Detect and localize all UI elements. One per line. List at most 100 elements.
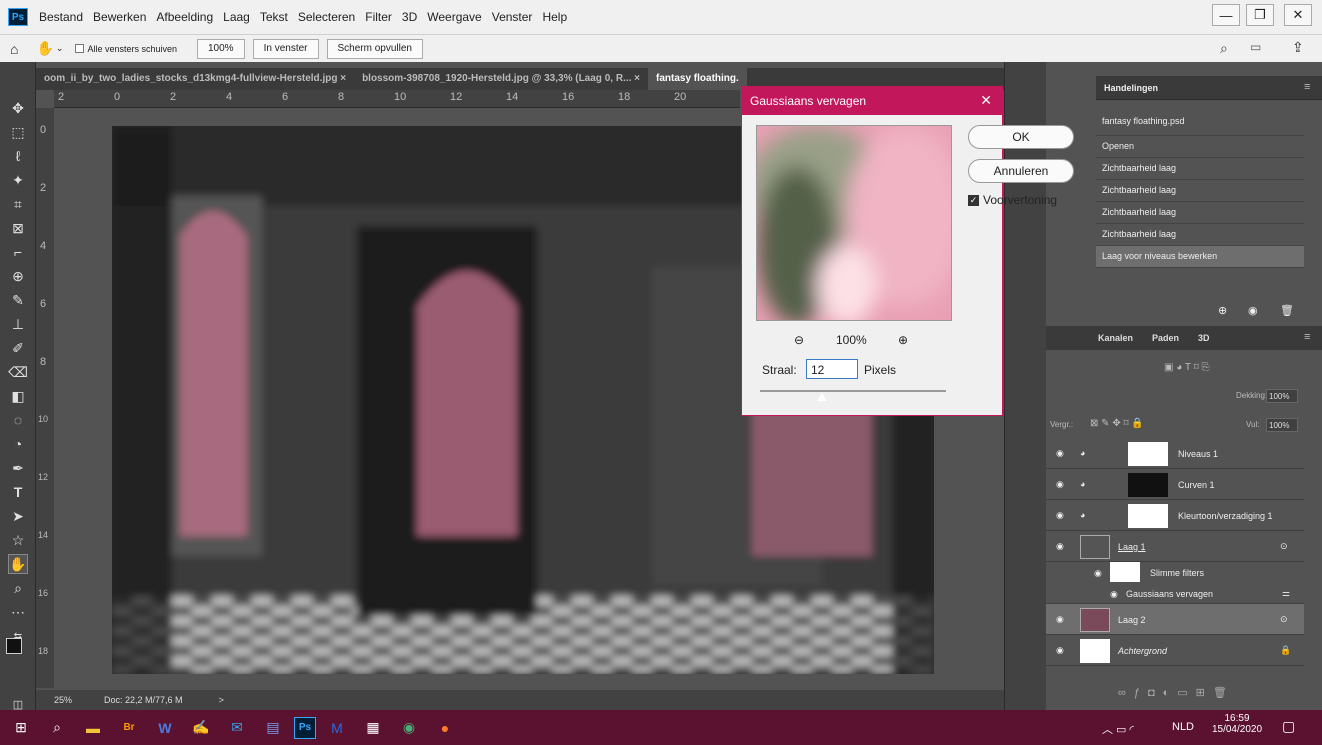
dialog-close-icon[interactable]: ✕: [980, 92, 992, 109]
lock-icons[interactable]: ⊠ ✎ ✥ ⌑ 🔒: [1090, 418, 1144, 429]
bridge-icon[interactable]: Br: [114, 713, 144, 743]
close-tab-icon[interactable]: ×: [634, 73, 640, 84]
restore-button[interactable]: ❐: [1246, 4, 1274, 26]
move-tool-icon[interactable]: ✥: [8, 98, 28, 118]
app-circle-icon[interactable]: ◉: [394, 713, 424, 743]
layer-row[interactable]: ◉ Achtergrond 🔒: [1046, 635, 1304, 666]
hand-tool-icon[interactable]: ✋: [8, 554, 28, 574]
layer-name[interactable]: Kleurtoon/verzadiging 1: [1178, 511, 1273, 521]
history-item[interactable]: Zichtbaarheid laag: [1096, 202, 1304, 224]
layer-action-icons[interactable]: ∞ƒ◘◐▭⊞🗑: [1118, 686, 1235, 699]
filter-name[interactable]: Gaussiaans vervagen: [1126, 589, 1213, 599]
layer-mask-thumbnail[interactable]: [1128, 442, 1168, 466]
magic-wand-tool-icon[interactable]: ✦: [8, 170, 28, 190]
eye-icon[interactable]: ◉: [1056, 479, 1064, 490]
opacity-input[interactable]: 100%: [1266, 389, 1298, 403]
outlook-icon[interactable]: ✉: [222, 713, 252, 743]
layer-row-selected[interactable]: ◉ Laag 2 ⊙: [1046, 604, 1304, 635]
actions-file-item[interactable]: fantasy floathing.psd: [1096, 108, 1304, 136]
lasso-tool-icon[interactable]: ℓ: [8, 146, 28, 166]
photoshop-taskbar-icon[interactable]: Ps: [294, 716, 316, 739]
radius-input[interactable]: 12: [806, 359, 858, 379]
fit-window-button[interactable]: In venster: [252, 38, 319, 59]
layer-name[interactable]: Achtergrond: [1118, 646, 1167, 656]
gradient-tool-icon[interactable]: ◧: [8, 386, 28, 406]
pen-tool-icon[interactable]: ✒: [8, 458, 28, 478]
foreground-color-swatch[interactable]: [6, 638, 22, 654]
eye-icon[interactable]: ◉: [1056, 448, 1064, 459]
blur-preview[interactable]: [756, 125, 952, 321]
zoom-in-icon[interactable]: ⊕: [898, 333, 908, 347]
crop-tool-icon[interactable]: ⌗: [8, 194, 28, 214]
eye-icon[interactable]: ◉: [1056, 645, 1064, 656]
minimize-button[interactable]: —: [1212, 4, 1240, 26]
word-icon[interactable]: W: [150, 713, 180, 743]
shape-tool-icon[interactable]: ☆: [8, 530, 28, 550]
new-snapshot-icon[interactable]: ⊕: [1218, 304, 1227, 317]
layer-row[interactable]: ◉ ◕ Niveaus 1: [1046, 438, 1304, 469]
layer-thumbnail[interactable]: [1080, 608, 1110, 632]
cancel-button[interactable]: Annuleren: [968, 159, 1074, 183]
layer-name[interactable]: Niveaus 1: [1178, 449, 1218, 459]
viewer-app-icon[interactable]: ▤: [258, 713, 288, 743]
language-indicator[interactable]: NLD: [1172, 721, 1194, 733]
status-menu-arrow[interactable]: >: [219, 695, 224, 705]
tray-icons[interactable]: ︿ ▭ ◜: [1102, 721, 1134, 737]
menu-laag[interactable]: Laag: [218, 10, 255, 24]
menu-venster[interactable]: Venster: [487, 10, 538, 24]
notification-icon[interactable]: ▢: [1282, 718, 1295, 735]
clock[interactable]: 16:59 15/04/2020: [1208, 713, 1266, 735]
eyedropper-tool-icon[interactable]: ⌐: [8, 242, 28, 262]
actions-panel-title[interactable]: Handelingen: [1104, 83, 1158, 93]
layer-name[interactable]: Curven 1: [1178, 480, 1215, 490]
radius-slider-track[interactable]: [760, 390, 946, 392]
eraser-tool-icon[interactable]: ⌫: [8, 362, 28, 382]
pen-app-icon[interactable]: ✍: [186, 713, 216, 743]
calculator-icon[interactable]: ▦: [358, 713, 388, 743]
chevron-down-icon[interactable]: ⌄: [56, 43, 64, 54]
hand-tool-icon[interactable]: ✋: [36, 40, 53, 57]
more-tools-icon[interactable]: ⋯: [8, 602, 28, 622]
close-tab-icon[interactable]: ×: [340, 73, 346, 84]
eye-icon[interactable]: ◉: [1110, 589, 1118, 600]
malwarebytes-icon[interactable]: M: [322, 713, 352, 743]
menu-3d[interactable]: 3D: [397, 10, 422, 24]
menu-bewerken[interactable]: Bewerken: [88, 10, 151, 24]
filter-options-icon[interactable]: ⚌: [1282, 588, 1290, 599]
windows-start-icon[interactable]: ⊞: [6, 713, 36, 743]
layer-thumbnail[interactable]: [1080, 639, 1110, 663]
layer-row[interactable]: ◉ ◕ Kleurtoon/verzadiging 1: [1046, 500, 1304, 531]
type-tool-icon[interactable]: T: [8, 482, 28, 502]
layer-mask-thumbnail[interactable]: [1128, 504, 1168, 528]
layer-thumbnail[interactable]: [1080, 535, 1110, 559]
menu-weergave[interactable]: Weergave: [422, 10, 486, 24]
blur-tool-icon[interactable]: ◌: [8, 410, 28, 430]
dodge-tool-icon[interactable]: ◔: [8, 434, 28, 454]
tab-document-active[interactable]: fantasy floathing.: [648, 68, 747, 90]
panel-menu-icon[interactable]: ≡: [1304, 331, 1310, 343]
eye-icon[interactable]: ◉: [1056, 614, 1064, 625]
history-item[interactable]: Zichtbaarheid laag: [1096, 224, 1304, 246]
history-item[interactable]: Zichtbaarheid laag: [1096, 158, 1304, 180]
menu-help[interactable]: Help: [537, 10, 572, 24]
zoom-100-button[interactable]: 100%: [197, 38, 245, 59]
ok-button[interactable]: OK: [968, 125, 1074, 149]
path-selection-icon[interactable]: ➤: [8, 506, 28, 526]
search-icon[interactable]: ⌕: [42, 713, 72, 743]
search-icon[interactable]: ⌕: [1220, 40, 1228, 57]
panel-menu-icon[interactable]: ≡: [1304, 81, 1310, 93]
tab-document-1[interactable]: oom_ii_by_two_ladies_stocks_d13kmg4-full…: [36, 68, 354, 90]
workspace-icon[interactable]: ▭: [1250, 40, 1261, 54]
menu-filter[interactable]: Filter: [360, 10, 397, 24]
history-item[interactable]: Zichtbaarheid laag: [1096, 180, 1304, 202]
history-brush-icon[interactable]: ✐: [8, 338, 28, 358]
zoom-tool-icon[interactable]: ⌕: [8, 578, 28, 598]
layer-row[interactable]: ◉ Laag 1 ⊙: [1046, 531, 1304, 562]
tab-3d[interactable]: 3D: [1198, 333, 1210, 343]
tab-paden[interactable]: Paden: [1152, 333, 1179, 343]
filter-row[interactable]: ◉ Gaussiaans vervagen ⚌: [1046, 586, 1304, 604]
firefox-icon[interactable]: ●: [430, 713, 460, 743]
marquee-tool-icon[interactable]: ⬚: [8, 122, 28, 142]
smart-filters-row[interactable]: ◉ Slimme filters: [1046, 562, 1304, 586]
layer-mask-thumbnail[interactable]: [1128, 473, 1168, 497]
